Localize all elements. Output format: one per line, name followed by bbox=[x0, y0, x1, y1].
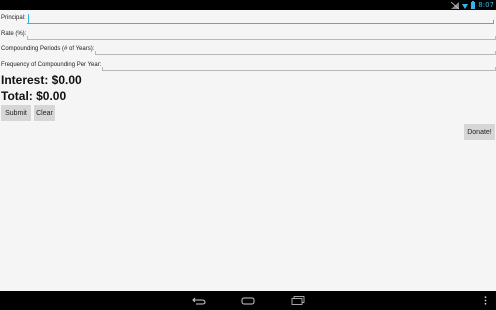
back-button[interactable] bbox=[190, 295, 208, 306]
frequency-label: Frequency of Compounding Per Year: bbox=[1, 62, 102, 68]
principal-label: Principal: bbox=[1, 15, 26, 21]
rate-row: Rate (%): bbox=[0, 26, 496, 48]
overflow-menu-button[interactable] bbox=[481, 295, 489, 306]
periods-row: Compounding Periods (# of Years): bbox=[0, 41, 496, 63]
rate-field[interactable] bbox=[27, 29, 496, 48]
periods-label: Compounding Periods (# of Years): bbox=[1, 46, 95, 52]
menu-icon bbox=[484, 296, 486, 305]
principal-row: Principal: bbox=[0, 10, 495, 32]
donate-button[interactable]: Donate! bbox=[464, 124, 495, 140]
status-bar: 8:07 bbox=[0, 0, 496, 10]
recent-apps-icon bbox=[291, 296, 305, 305]
clear-button[interactable]: Clear bbox=[34, 105, 55, 121]
navigation-bar bbox=[0, 291, 496, 310]
back-icon bbox=[192, 297, 206, 304]
periods-field[interactable] bbox=[95, 44, 496, 63]
status-time: 8:07 bbox=[478, 1, 494, 9]
no-signal-icon bbox=[451, 1, 460, 9]
total-result: Total: $0.00 bbox=[1, 89, 67, 103]
status-icons: 8:07 bbox=[451, 0, 494, 10]
interest-result: Interest: $0.00 bbox=[1, 73, 82, 87]
frequency-row: Frequency of Compounding Per Year: bbox=[0, 57, 496, 79]
frequency-input[interactable] bbox=[102, 69, 496, 79]
frequency-field[interactable] bbox=[102, 60, 496, 79]
main-content: Principal: Rate (%): Compounding Periods… bbox=[0, 10, 496, 291]
wifi-icon bbox=[462, 3, 469, 9]
rate-label: Rate (%): bbox=[1, 31, 27, 37]
principal-field[interactable] bbox=[26, 13, 495, 32]
home-button[interactable] bbox=[240, 295, 256, 306]
home-icon bbox=[241, 297, 255, 304]
submit-button[interactable]: Submit bbox=[1, 105, 31, 121]
battery-icon bbox=[471, 1, 476, 9]
recent-apps-button[interactable] bbox=[290, 295, 306, 306]
